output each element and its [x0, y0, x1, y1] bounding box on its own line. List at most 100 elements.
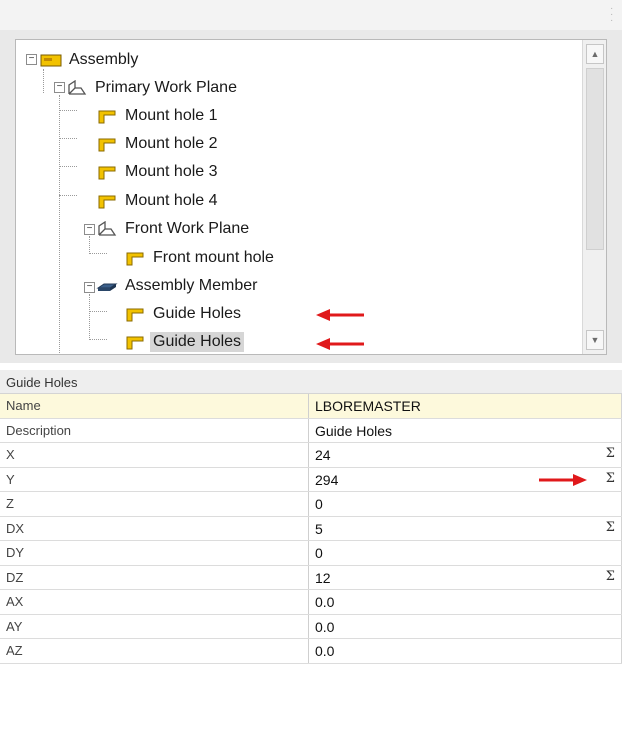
collapse-toggle[interactable]: −: [54, 82, 65, 93]
tree-node-mount-hole-1[interactable]: Mount hole 1: [96, 103, 221, 129]
property-name: DY: [0, 541, 309, 565]
property-value-cell[interactable]: 12 Σ: [309, 565, 622, 589]
property-row-ay[interactable]: AY 0.0: [0, 614, 622, 639]
tree-node-label: Front mount hole: [153, 249, 274, 266]
tree-connector: [89, 311, 107, 312]
tree-node-assembly-member[interactable]: Assembly Member: [96, 273, 260, 299]
property-name: AZ: [0, 639, 309, 663]
tree-node-front-mount-hole[interactable]: Front mount hole: [124, 245, 277, 271]
tree-connector: [59, 95, 60, 354]
tree-node-front-work-plane[interactable]: Front Work Plane: [96, 216, 252, 242]
property-value-cell[interactable]: 5 Σ: [309, 516, 622, 540]
scroll-thumb[interactable]: [586, 68, 604, 250]
property-name: Description: [0, 418, 309, 442]
property-value[interactable]: Guide Holes: [309, 418, 622, 442]
tree-node-label: Assembly Member: [125, 277, 258, 294]
property-value[interactable]: 24: [315, 447, 331, 463]
annotation-arrow-icon: [316, 338, 364, 350]
property-row-y[interactable]: Y 294 Σ: [0, 467, 622, 492]
sigma-icon[interactable]: Σ: [606, 446, 615, 461]
property-value[interactable]: 12: [315, 570, 331, 586]
tree-connector: [89, 253, 107, 254]
property-value[interactable]: 5: [315, 521, 323, 537]
tree-node-primary-work-plane[interactable]: Primary Work Plane: [66, 75, 240, 101]
tree-connector: [89, 236, 90, 254]
annotation-arrow-icon: [316, 309, 364, 321]
tree-node-label: Guide Holes: [153, 305, 242, 322]
tree-node-guide-holes-selected[interactable]: Guide Holes: [124, 329, 245, 354]
property-name: DZ: [0, 565, 309, 589]
hole-feature-icon: [124, 334, 146, 350]
work-plane-icon: [96, 220, 118, 237]
hole-feature-icon: [96, 108, 118, 124]
property-value[interactable]: 0.0: [309, 639, 622, 663]
collapse-toggle[interactable]: −: [84, 224, 95, 235]
tree-node-label: Primary Work Plane: [95, 79, 237, 96]
property-value[interactable]: 0.0: [309, 614, 622, 638]
property-value[interactable]: 0: [309, 541, 622, 565]
tree-connector: [59, 195, 77, 196]
property-name: Z: [0, 492, 309, 516]
tree-connector: [89, 339, 107, 340]
collapse-toggle[interactable]: −: [84, 282, 95, 293]
annotation-arrow-icon: [539, 473, 587, 486]
tree-node-label: Assembly: [69, 51, 139, 68]
property-row-dy[interactable]: DY 0: [0, 541, 622, 566]
property-name: X: [0, 443, 309, 467]
property-row-dz[interactable]: DZ 12 Σ: [0, 565, 622, 590]
tree-node-label: Mount hole 2: [125, 135, 218, 152]
grip-handle-icon[interactable]: · · ·: [610, 4, 614, 26]
property-row-x[interactable]: X 24 Σ: [0, 443, 622, 468]
tree-node-label: Mount hole 4: [125, 192, 218, 209]
tree-scrollbar[interactable]: ▲ ▼: [582, 40, 606, 354]
scroll-up-icon[interactable]: ▲: [586, 44, 604, 64]
property-value-cell[interactable]: 294 Σ: [309, 467, 622, 491]
property-value[interactable]: LBOREMASTER: [309, 394, 622, 418]
property-value[interactable]: 294: [315, 472, 338, 488]
property-name: Y: [0, 467, 309, 491]
property-name: AX: [0, 590, 309, 614]
assembly-tree[interactable]: − − − − Assembly Primary Work Plane Moun…: [15, 39, 607, 355]
property-value[interactable]: 0.0: [309, 590, 622, 614]
property-name: Name: [0, 394, 309, 418]
tree-node-assembly[interactable]: Assembly: [40, 47, 141, 73]
hole-feature-icon: [124, 306, 146, 322]
tree-node-label: Front Work Plane: [125, 220, 250, 237]
property-grid-title: Guide Holes: [0, 370, 622, 394]
tree-node-guide-holes[interactable]: Guide Holes: [124, 301, 244, 327]
property-row-description[interactable]: Description Guide Holes: [0, 418, 622, 443]
hole-feature-icon: [96, 136, 118, 152]
tree-connector: [89, 294, 90, 340]
assembly-folder-icon: [40, 52, 62, 68]
tree-node-label: Mount hole 1: [125, 107, 218, 124]
sigma-icon[interactable]: Σ: [606, 520, 615, 535]
property-row-name[interactable]: Name LBOREMASTER: [0, 394, 622, 419]
property-name: DX: [0, 516, 309, 540]
property-grid: Guide Holes Name LBOREMASTER Description…: [0, 370, 622, 664]
property-row-dx[interactable]: DX 5 Σ: [0, 516, 622, 541]
property-row-z[interactable]: Z 0: [0, 492, 622, 517]
tree-connector: [59, 110, 77, 111]
tree-panel: − − − − Assembly Primary Work Plane Moun…: [0, 30, 622, 363]
tree-node-mount-hole-3[interactable]: Mount hole 3: [96, 159, 221, 185]
tree-node-mount-hole-4[interactable]: Mount hole 4: [96, 188, 221, 214]
tree-node-label: Guide Holes: [150, 332, 245, 352]
sigma-icon[interactable]: Σ: [606, 569, 615, 584]
scroll-down-icon[interactable]: ▼: [586, 330, 604, 350]
collapse-toggle[interactable]: −: [26, 54, 37, 65]
tree-connector: [59, 166, 77, 167]
property-value-cell[interactable]: 24 Σ: [309, 443, 622, 467]
hole-feature-icon: [96, 193, 118, 209]
property-name: AY: [0, 614, 309, 638]
tree-connector: [59, 138, 77, 139]
sigma-icon[interactable]: Σ: [606, 471, 615, 486]
panel-header: · · ·: [0, 0, 622, 30]
tree-node-mount-hole-2[interactable]: Mount hole 2: [96, 131, 221, 157]
tree-node-label: Mount hole 3: [125, 163, 218, 180]
property-value[interactable]: 0: [309, 492, 622, 516]
property-row-az[interactable]: AZ 0.0: [0, 639, 622, 664]
assembly-member-icon: [96, 278, 118, 294]
hole-feature-icon: [124, 250, 146, 266]
hole-feature-icon: [96, 164, 118, 180]
property-row-ax[interactable]: AX 0.0: [0, 590, 622, 615]
